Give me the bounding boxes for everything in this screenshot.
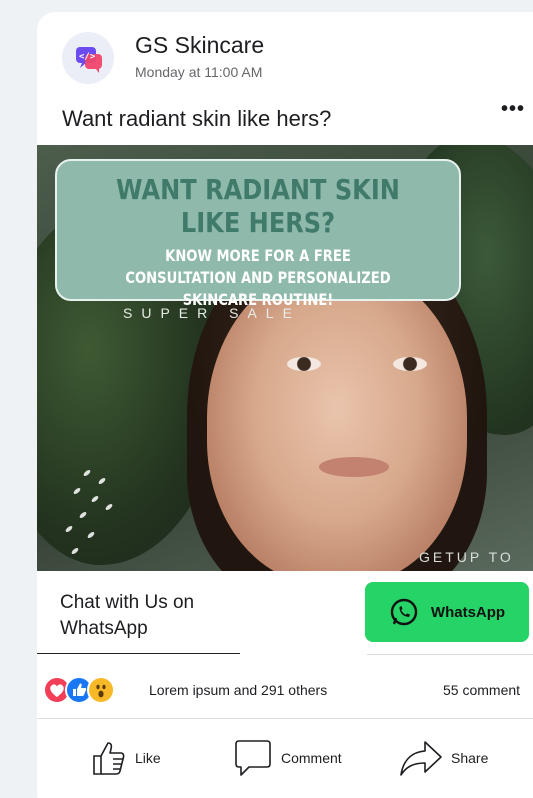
comment-count[interactable]: 55 comment	[443, 682, 520, 698]
getup-text: GETUP TO	[419, 549, 514, 565]
whatsapp-button-label: WhatsApp	[430, 603, 506, 621]
thumbs-up-icon	[93, 742, 125, 775]
comment-label: Comment	[281, 750, 342, 766]
post-timestamp[interactable]: Monday at 11:00 AM	[135, 64, 262, 80]
cta-text: Chat with Us on WhatsApp	[60, 592, 195, 639]
divider	[37, 653, 240, 654]
divider	[367, 654, 533, 655]
model-lips	[319, 457, 389, 477]
page-avatar[interactable]: </>	[62, 32, 114, 84]
code-chat-icon: </>	[76, 47, 102, 73]
wow-icon	[87, 676, 115, 704]
svg-text:</>: </>	[79, 52, 96, 62]
model-eye	[393, 357, 427, 371]
whatsapp-button[interactable]: WhatsApp	[365, 582, 529, 642]
more-options-icon[interactable]: •••	[501, 98, 525, 121]
ad-banner: WANT RADIANT SKIN LIKE HERS? KNOW MORE F…	[55, 159, 461, 309]
reaction-icons[interactable]	[43, 676, 143, 704]
comment-bubble-icon	[235, 740, 271, 776]
ad-banner-title: WANT RADIANT SKIN LIKE HERS?	[116, 173, 400, 239]
share-button[interactable]: Share	[399, 738, 488, 778]
reaction-summary[interactable]: Lorem ipsum and 291 others	[149, 682, 327, 698]
like-button[interactable]: Like	[91, 738, 161, 778]
share-label: Share	[451, 750, 489, 766]
model-eye	[287, 357, 321, 371]
ad-banner-subtitle: KNOW MORE FOR A FREE CONSULTATION AND PE…	[125, 246, 391, 309]
ad-image[interactable]: WANT RADIANT SKIN LIKE HERS? KNOW MORE F…	[37, 145, 533, 571]
like-label: Like	[135, 750, 161, 766]
super-sale-text: SUPER SALE	[123, 305, 301, 321]
whatsapp-icon	[390, 598, 418, 626]
share-arrow-icon	[400, 741, 442, 776]
post-caption: Want radiant skin like hers?	[62, 106, 332, 131]
comment-button[interactable]: Comment	[233, 738, 342, 778]
page-name[interactable]: GS Skincare	[135, 32, 264, 59]
brush-dots-decoration	[65, 470, 113, 554]
post-card: </> GS Skincare Monday at 11:00 AM ••• W…	[37, 12, 533, 798]
divider	[37, 718, 533, 719]
